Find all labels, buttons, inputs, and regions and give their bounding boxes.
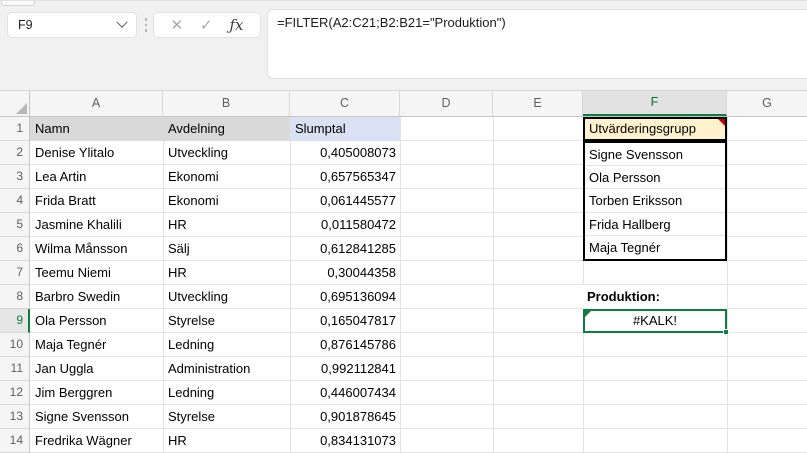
formula-bar-zone: F9 ✕ ✓ ƒx =FILTER(A2:C21;B2:B21="Produkt… [0, 0, 807, 90]
cell-c6[interactable]: 0,612841285 [290, 237, 400, 261]
excel-window: F9 ✕ ✓ ƒx =FILTER(A2:C21;B2:B21="Produkt… [0, 0, 807, 453]
cell-b14[interactable]: HR [163, 429, 290, 453]
cell-b13[interactable]: Styrelse [163, 405, 290, 429]
note-indicator-icon [718, 119, 725, 126]
cell-c5[interactable]: 0,011580472 [290, 213, 400, 237]
column-header-f-selected[interactable]: F [583, 91, 727, 116]
cell-b4[interactable]: Ekonomi [163, 189, 290, 213]
select-all-corner[interactable] [0, 91, 30, 116]
cell-f6[interactable]: Maja Tegnér [585, 236, 725, 259]
row-header-5[interactable]: 5 [0, 213, 30, 237]
evaluation-group-box: Signe Svensson Ola Persson Torben Erikss… [583, 141, 727, 261]
row-header-14[interactable]: 14 [0, 429, 30, 453]
row-header-7[interactable]: 7 [0, 261, 30, 285]
cell-a5[interactable]: Jasmine Khalili [30, 213, 163, 237]
cell-f9-active-error[interactable]: #KALK! [583, 309, 727, 333]
cell-f2[interactable]: Signe Svensson [585, 143, 725, 166]
column-header-d[interactable]: D [400, 91, 493, 116]
cell-c1-header[interactable]: Slumptal [290, 117, 400, 141]
row-header-13[interactable]: 13 [0, 405, 30, 429]
ribbon-edge [1, 1, 35, 6]
row-headers: 1 2 3 4 5 6 7 8 9 10 11 12 13 14 [0, 117, 30, 453]
insert-function-icon[interactable]: ƒx [230, 16, 244, 34]
column-header-e[interactable]: E [493, 91, 583, 116]
formula-buttons: ✕ ✓ ƒx [153, 12, 261, 38]
cell-a12[interactable]: Jim Berggren [30, 381, 163, 405]
cell-a3[interactable]: Lea Artin [30, 165, 163, 189]
cell-f4[interactable]: Torben Eriksson [585, 189, 725, 212]
row-header-11[interactable]: 11 [0, 357, 30, 381]
cell-c12[interactable]: 0,446007434 [290, 381, 400, 405]
fill-handle[interactable] [723, 329, 729, 335]
cell-c13[interactable]: 0,901878645 [290, 405, 400, 429]
row-header-6[interactable]: 6 [0, 237, 30, 261]
cell-a13[interactable]: Signe Svensson [30, 405, 163, 429]
formula-input[interactable]: =FILTER(A2:C21;B2:B21="Produktion") [267, 9, 807, 79]
separator-dots-icon [143, 15, 149, 35]
cell-c3[interactable]: 0,657565347 [290, 165, 400, 189]
chevron-down-icon[interactable] [116, 17, 127, 28]
cell-grid: Namn Avdelning Slumptal Denise Ylitalo U… [30, 117, 807, 453]
cell-c7[interactable]: 0,30044358 [290, 261, 400, 285]
cell-b2[interactable]: Utveckling [163, 141, 290, 165]
column-header-b[interactable]: B [163, 91, 290, 116]
cell-a14[interactable]: Fredrika Wägner [30, 429, 163, 453]
error-value: #KALK! [633, 313, 677, 328]
cell-c9[interactable]: 0,165047817 [290, 309, 400, 333]
cell-b6[interactable]: Sälj [163, 237, 290, 261]
cell-f5[interactable]: Frida Hallberg [585, 213, 725, 236]
cell-a2[interactable]: Denise Ylitalo [30, 141, 163, 165]
column-header-a[interactable]: A [30, 91, 163, 116]
cell-a4[interactable]: Frida Bratt [30, 189, 163, 213]
row-header-3[interactable]: 3 [0, 165, 30, 189]
cell-c14[interactable]: 0,834131073 [290, 429, 400, 453]
error-indicator-icon [585, 311, 591, 317]
cell-reference: F9 [18, 18, 118, 32]
name-box[interactable]: F9 [7, 12, 137, 38]
cell-a11[interactable]: Jan Uggla [30, 357, 163, 381]
cell-c2[interactable]: 0,405008073 [290, 141, 400, 165]
cell-c10[interactable]: 0,876145786 [290, 333, 400, 357]
cell-b12[interactable]: Ledning [163, 381, 290, 405]
cell-a10[interactable]: Maja Tegnér [30, 333, 163, 357]
cell-b7[interactable]: HR [163, 261, 290, 285]
cell-c11[interactable]: 0,992112841 [290, 357, 400, 381]
cell-a1-header[interactable]: Namn [30, 117, 163, 141]
cell-f3[interactable]: Ola Persson [585, 166, 725, 189]
cell-b5[interactable]: HR [163, 213, 290, 237]
cell-c8[interactable]: 0,695136094 [290, 285, 400, 309]
cell-b10[interactable]: Ledning [163, 333, 290, 357]
cell-b11[interactable]: Administration [163, 357, 290, 381]
cell-b1-header[interactable]: Avdelning [163, 117, 290, 141]
gridline [400, 117, 401, 453]
cell-a7[interactable]: Teemu Niemi [30, 261, 163, 285]
cell-b3[interactable]: Ekonomi [163, 165, 290, 189]
row-header-1[interactable]: 1 [0, 117, 30, 141]
row-header-9-selected[interactable]: 9 [0, 309, 30, 333]
cell-b9[interactable]: Styrelse [163, 309, 290, 333]
cell-f1-evaluation-header[interactable]: Utvärderingsgrupp [583, 117, 727, 141]
row-header-10[interactable]: 10 [0, 333, 30, 357]
row-header-12[interactable]: 12 [0, 381, 30, 405]
row-header-4[interactable]: 4 [0, 189, 30, 213]
enter-icon[interactable]: ✓ [200, 16, 213, 34]
cell-a8[interactable]: Barbro Swedin [30, 285, 163, 309]
row-header-8[interactable]: 8 [0, 285, 30, 309]
cell-b8[interactable]: Utveckling [163, 285, 290, 309]
column-headers: A B C D E F G [0, 90, 807, 117]
cancel-icon[interactable]: ✕ [170, 16, 183, 34]
cell-a6[interactable]: Wilma Månsson [30, 237, 163, 261]
row-header-2[interactable]: 2 [0, 141, 30, 165]
cell-c4[interactable]: 0,061445577 [290, 189, 400, 213]
column-header-g[interactable]: G [727, 91, 807, 116]
column-header-c[interactable]: C [290, 91, 400, 116]
cell-a9[interactable]: Ola Persson [30, 309, 163, 333]
cell-f8-produktion-label[interactable]: Produktion: [583, 285, 727, 309]
gridline [727, 117, 728, 453]
select-all-triangle-icon [16, 103, 27, 114]
gridline [493, 117, 494, 453]
formula-text: =FILTER(A2:C21;B2:B21="Produktion") [277, 15, 506, 30]
